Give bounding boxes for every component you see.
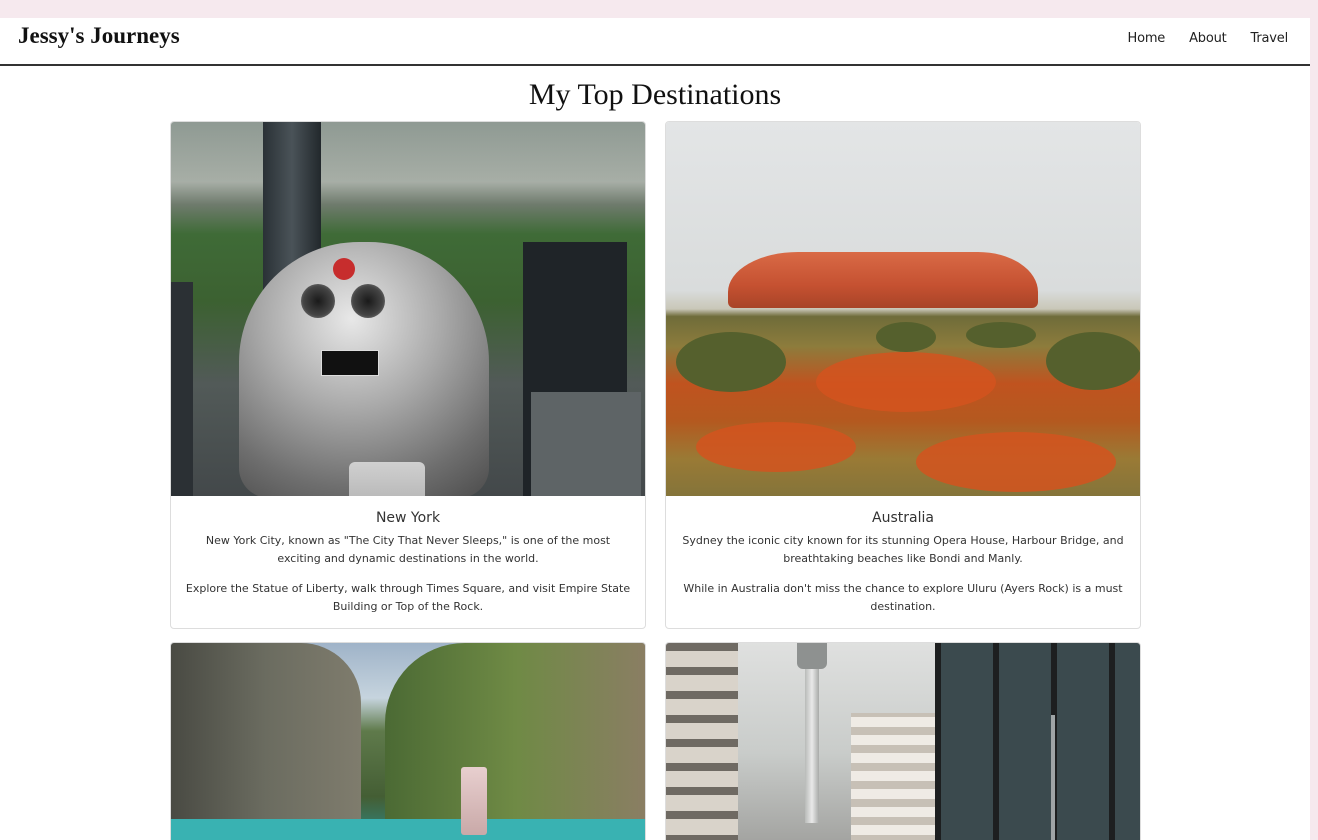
bush	[676, 332, 786, 392]
lens-right	[351, 284, 385, 318]
auckland-image	[666, 643, 1140, 840]
card-title: Australia	[872, 510, 934, 526]
australia-image	[666, 122, 1140, 496]
page: Jessy's Journeys Home About Travel My To…	[0, 18, 1310, 840]
lens-left	[301, 284, 335, 318]
nav-travel[interactable]: Travel	[1251, 31, 1289, 46]
nav-home[interactable]: Home	[1128, 31, 1166, 46]
cliff-left	[171, 643, 361, 840]
card-text: While in Australia don't miss the chance…	[683, 582, 1123, 613]
building-shape	[531, 392, 641, 496]
nav-links: Home About Travel	[1128, 31, 1289, 46]
destination-card-australia: Australia Sydney the iconic city known f…	[665, 121, 1141, 629]
bush	[966, 322, 1036, 348]
page-title: My Top Destinations	[528, 78, 782, 111]
drink-cup	[461, 767, 487, 835]
scrollbar[interactable]	[1310, 18, 1318, 840]
destination-card-new-york: New York New York City, known as "The Ci…	[170, 121, 646, 629]
glass-building	[935, 643, 1140, 840]
navbar: Jessy's Journeys Home About Travel	[0, 18, 1310, 66]
bush	[876, 322, 936, 352]
skyscraper-shape	[171, 282, 193, 496]
hotel-building	[851, 713, 939, 840]
street-lamp	[1051, 715, 1055, 840]
lagoon-water	[171, 819, 645, 840]
card-body: Australia Sydney the iconic city known f…	[666, 496, 1140, 628]
bush	[1046, 332, 1140, 390]
binocular-viewer	[239, 242, 489, 496]
uluru-rock	[728, 252, 1038, 308]
red-badge	[333, 258, 355, 280]
sky-tower-pod	[797, 643, 827, 669]
card-text: New York City, known as "The City That N…	[205, 534, 611, 565]
sky-tower-shaft	[805, 643, 819, 823]
red-sand	[696, 422, 856, 472]
card-text: Explore the Statue of Liberty, walk thro…	[185, 582, 631, 613]
card-body: New York New York City, known as "The Ci…	[171, 496, 645, 628]
red-sand	[916, 432, 1116, 492]
card-title: New York	[375, 510, 441, 526]
nav-about[interactable]: About	[1189, 31, 1227, 46]
red-sand	[816, 352, 996, 412]
thailand-image	[171, 643, 645, 840]
coin-slot	[349, 462, 425, 496]
viewer-plate	[321, 350, 379, 376]
destination-card-thailand	[170, 642, 646, 840]
brand-logo[interactable]: Jessy's Journeys	[18, 23, 180, 49]
card-text: Sydney the iconic city known for its stu…	[682, 534, 1124, 565]
apartment-building	[666, 643, 738, 840]
new-york-image	[171, 122, 645, 496]
destination-card-auckland	[665, 642, 1141, 840]
cliff-right	[385, 643, 645, 840]
